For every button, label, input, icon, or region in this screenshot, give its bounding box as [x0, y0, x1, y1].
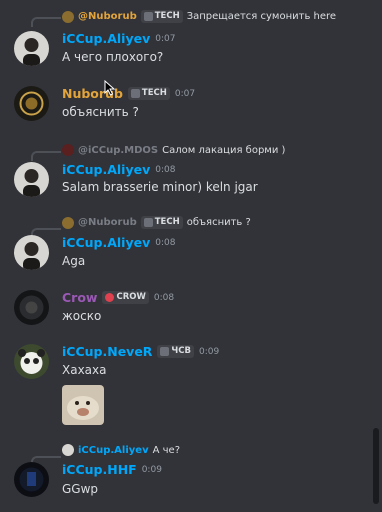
timestamp: 0:09 — [141, 464, 162, 475]
reply-author[interactable]: @iCCup.MDOS — [78, 145, 158, 156]
reply-preview[interactable]: @iCCup.MDOS Салом лакация борми ) — [62, 144, 285, 156]
reply-text: объяснить ? — [186, 217, 251, 228]
username[interactable]: Crow — [62, 290, 97, 305]
avatar[interactable] — [14, 86, 49, 121]
message-text: жоско — [62, 309, 102, 323]
chsv-tag-icon — [160, 347, 170, 356]
message-text: Salam brasserie minor) keln jgar — [62, 180, 258, 194]
reply-text: А че? — [152, 444, 180, 456]
attached-image[interactable] — [62, 385, 104, 425]
timestamp: 0:08 — [153, 292, 175, 303]
reply-preview[interactable]: @Nuborub TECH Запрещается сумонить here — [62, 10, 336, 23]
tech-tag: TECH — [140, 10, 183, 23]
reply-preview[interactable]: iCCup.Aliyev А че? — [62, 444, 180, 456]
scrollbar[interactable] — [373, 428, 379, 504]
reply-preview[interactable]: @Nuborub TECH объяснить ? — [62, 216, 251, 229]
crow-tag-icon — [105, 293, 115, 302]
reply-author[interactable]: @Nuborub — [78, 217, 137, 228]
reply-author[interactable]: iCCup.Aliyev — [78, 445, 149, 456]
avatar[interactable] — [14, 290, 49, 325]
timestamp: 0:09 — [199, 346, 220, 357]
crow-tag: CROW — [102, 291, 149, 304]
avatar[interactable] — [14, 344, 49, 379]
reply-avatar — [62, 10, 74, 23]
avatar[interactable] — [14, 235, 49, 270]
timestamp: 0:07 — [155, 33, 176, 44]
mouse-cursor-icon — [104, 80, 116, 96]
tech-tag-icon — [143, 218, 153, 227]
username[interactable]: iCCup.NeveR — [62, 344, 152, 359]
username[interactable]: iCCup.HHF — [62, 462, 137, 477]
message-text: GGwp — [62, 482, 99, 496]
tech-tag-icon — [143, 12, 153, 21]
message-text: Aga — [62, 254, 86, 268]
reply-avatar — [62, 144, 74, 156]
timestamp: 0:07 — [174, 88, 196, 99]
avatar[interactable] — [14, 462, 49, 497]
avatar[interactable] — [14, 31, 49, 66]
timestamp: 0:08 — [155, 164, 176, 175]
reply-avatar — [62, 444, 74, 456]
reply-text: Запрещается сумонить here — [186, 11, 337, 22]
tech-tag: TECH — [140, 216, 183, 229]
tech-tag-icon — [130, 89, 140, 98]
tech-tag: TECH — [127, 87, 170, 100]
chsv-tag: ЧСВ — [157, 345, 195, 358]
username[interactable]: iCCup.Aliyev — [62, 235, 150, 250]
message-text: Хахаха — [62, 363, 107, 377]
timestamp: 0:08 — [155, 237, 176, 248]
reply-author[interactable]: @Nuborub — [78, 11, 137, 22]
avatar[interactable] — [14, 162, 49, 197]
reply-text: Салом лакация борми ) — [162, 144, 286, 156]
username[interactable]: iCCup.Aliyev — [62, 31, 150, 46]
message-text: объяснить ? — [62, 105, 139, 119]
message-text: А чего плохого? — [62, 50, 164, 64]
username[interactable]: iCCup.Aliyev — [62, 162, 150, 177]
reply-avatar — [62, 216, 74, 229]
